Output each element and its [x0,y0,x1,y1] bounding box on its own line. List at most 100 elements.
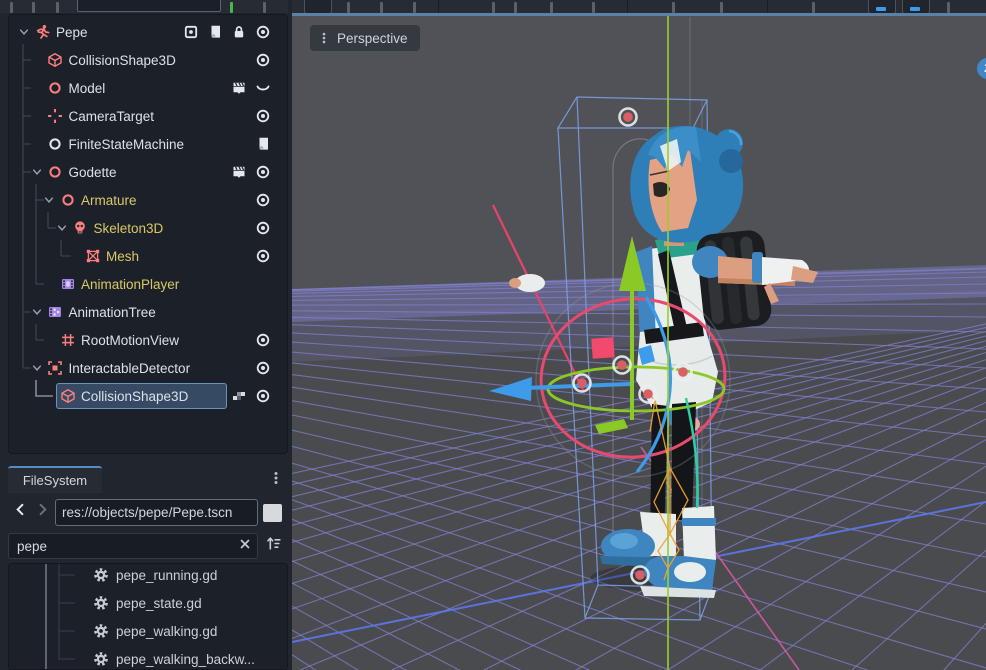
tree-node-cameratarget[interactable]: CameraTarget [9,102,287,130]
chevron-down-icon[interactable] [30,361,44,375]
tree-node-animationplayer[interactable]: AnimationPlayer [9,270,287,298]
chevron-down-icon[interactable] [30,165,44,179]
scene-dock-toolbar [0,0,288,13]
tree-node-collisionshape3d[interactable]: CollisionShape3D [9,46,287,74]
file-item[interactable]: pepe_running.gd [9,564,287,589]
area3d-icon [47,360,64,377]
toggle-split-mode-button[interactable] [263,504,282,522]
node-filter-field[interactable] [77,0,221,12]
transform-dialog-button[interactable] [868,0,896,13]
tab-filesystem[interactable]: FileSystem [8,466,102,493]
scene-render [292,16,986,670]
lock-icon[interactable] [227,23,251,41]
gdscript-icon [93,567,109,583]
clear-search-icon[interactable] [233,534,257,558]
file-name: pepe_walking_backw... [116,651,255,667]
gizmo-icon[interactable] [227,387,251,405]
instanced-scene-icon[interactable] [227,163,251,181]
link-scene-icon[interactable] [32,2,35,13]
node-label: Model [68,80,106,96]
chevron-down-icon[interactable] [55,221,69,235]
visibility-icon[interactable] [251,219,275,237]
visibility-icon[interactable] [251,107,275,125]
add-node-icon[interactable] [10,2,13,13]
node-label: Skeleton3D [93,220,164,236]
sun-icon[interactable] [720,2,723,13]
file-list-panel: pepe_running.gd pepe_state.gd pepe_walking… [8,563,288,670]
node-label: Mesh [106,248,140,264]
collision-shape-icon [47,52,64,69]
unlock-object-icon[interactable] [514,2,517,13]
tab-filesystem-label: FileSystem [22,473,88,488]
node-label: CollisionShape3D [68,52,176,68]
file-item[interactable]: pepe_walking.gd [9,617,287,645]
node3d-icon [59,192,76,209]
history-forward-button[interactable] [32,500,52,524]
visibility-icon[interactable] [251,247,275,265]
visibility-icon[interactable] [251,359,275,377]
group-object-icon[interactable] [550,2,553,13]
history-back-button[interactable] [10,500,30,524]
visibility-icon[interactable] [251,51,275,69]
file-item[interactable]: pepe_state.gd [9,589,287,617]
ruler-icon[interactable] [592,2,595,13]
script-icon[interactable] [203,23,227,41]
visibility-icon[interactable] [251,23,275,41]
node-label: CollisionShape3D [81,388,189,404]
visibility-off-icon[interactable] [251,79,275,97]
visibility-icon[interactable] [251,191,275,209]
tree-node-animationtree[interactable]: AnimationTree [9,298,287,326]
chevron-down-icon[interactable] [42,193,56,207]
visibility-icon[interactable] [251,387,275,405]
visibility-icon[interactable] [251,163,275,181]
view-menu-button[interactable]: Perspective [310,25,420,51]
tree-node-mesh[interactable]: Mesh [9,242,287,270]
current-path-field[interactable] [55,499,258,526]
attach-script-icon[interactable] [230,2,233,13]
filter-icon [56,2,59,13]
script-icon[interactable] [251,135,275,153]
tree-node-skeleton3d[interactable]: Skeleton3D [9,214,287,242]
dock-menu-icon[interactable] [268,470,286,488]
tree-node-interactabledetector[interactable]: InteractableDetector [9,354,287,382]
filesystem-search [8,533,258,559]
snap-icon[interactable] [672,2,675,13]
plane-x-handle[interactable] [591,337,615,359]
animation-tree-icon [47,304,64,321]
tree-node-godette[interactable]: Godette [9,158,287,186]
lock-object-icon[interactable] [492,2,495,13]
local-space-button[interactable] [902,0,930,13]
group-icon[interactable] [179,23,203,41]
tree-node-collisionshape3d[interactable]: CollisionShape3D [9,382,287,410]
scene-tree-panel: Pepe CollisionShape3D Model CameraTarget Fin… [8,14,288,454]
chevron-down-icon[interactable] [17,25,31,39]
tree-node-finitestatemachine[interactable]: FiniteStateMachine [9,130,287,158]
rotate-tool-icon[interactable] [380,2,383,13]
collision-shape-icon [59,388,76,405]
detach-script-icon[interactable] [263,2,266,13]
sort-files-button[interactable] [261,533,286,559]
godot-editor: Pepe CollisionShape3D Model CameraTarget Fin… [0,0,986,670]
preview-camera-icon[interactable] [812,2,815,13]
instanced-scene-icon[interactable] [227,79,251,97]
tree-node-model[interactable]: Model [9,74,287,102]
chevron-down-icon[interactable] [30,305,44,319]
viewport-3d[interactable]: Perspective Z [292,13,986,670]
tree-node-rootmotionview[interactable]: RootMotionView [9,326,287,354]
search-files-input[interactable] [9,538,233,554]
spatial-editor-toolbar [292,0,986,13]
node-label: CameraTarget [68,108,155,124]
tree-node-pepe[interactable]: Pepe [9,18,287,46]
snap-settings-icon[interactable] [947,2,950,13]
node-icon [47,136,64,153]
visibility-icon[interactable] [251,331,275,349]
tree-node-armature[interactable]: Armature [9,186,287,214]
move-tool-icon[interactable] [347,2,350,13]
file-item[interactable]: pepe_walking_backw... [9,645,287,669]
node-label: AnimationTree [68,304,156,320]
select-tool-button[interactable] [304,0,332,13]
scale-tool-icon[interactable] [413,2,416,13]
node-label: FiniteStateMachine [68,136,185,152]
